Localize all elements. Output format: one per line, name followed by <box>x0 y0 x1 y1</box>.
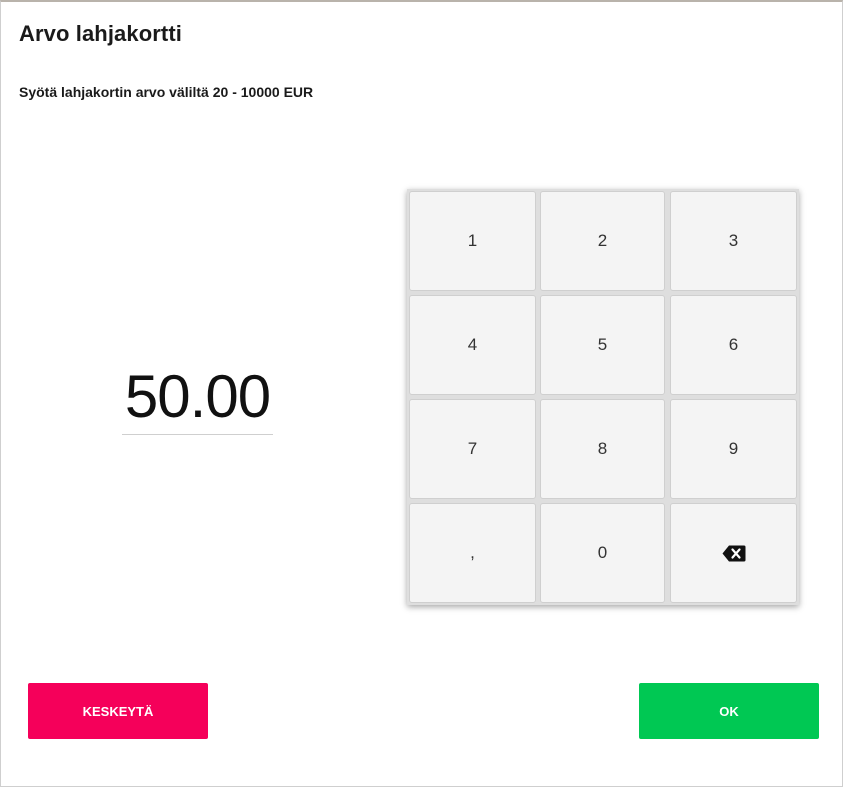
numeric-keypad: 1 2 3 4 5 6 7 8 9 , 0 <box>407 189 799 605</box>
amount-field[interactable]: 50.00 <box>122 364 273 435</box>
key-7[interactable]: 7 <box>409 399 536 499</box>
key-0[interactable]: 0 <box>540 503 665 603</box>
dialog-instructions: Syötä lahjakortin arvo väliltä 20 - 1000… <box>19 84 314 100</box>
cancel-button[interactable]: KESKEYTÄ <box>28 683 208 739</box>
amount-value: 50.00 <box>124 363 271 430</box>
key-backspace[interactable] <box>670 503 797 603</box>
backspace-icon <box>722 545 746 562</box>
key-4[interactable]: 4 <box>409 295 536 395</box>
key-6[interactable]: 6 <box>670 295 797 395</box>
key-1[interactable]: 1 <box>409 191 536 291</box>
gift-card-value-dialog: Arvo lahjakortti Syötä lahjakortin arvo … <box>0 0 843 787</box>
key-8[interactable]: 8 <box>540 399 665 499</box>
key-decimal-comma[interactable]: , <box>409 503 536 603</box>
key-3[interactable]: 3 <box>670 191 797 291</box>
dialog-title: Arvo lahjakortti <box>19 21 182 46</box>
ok-button[interactable]: OK <box>639 683 819 739</box>
key-9[interactable]: 9 <box>670 399 797 499</box>
key-2[interactable]: 2 <box>540 191 665 291</box>
key-5[interactable]: 5 <box>540 295 665 395</box>
